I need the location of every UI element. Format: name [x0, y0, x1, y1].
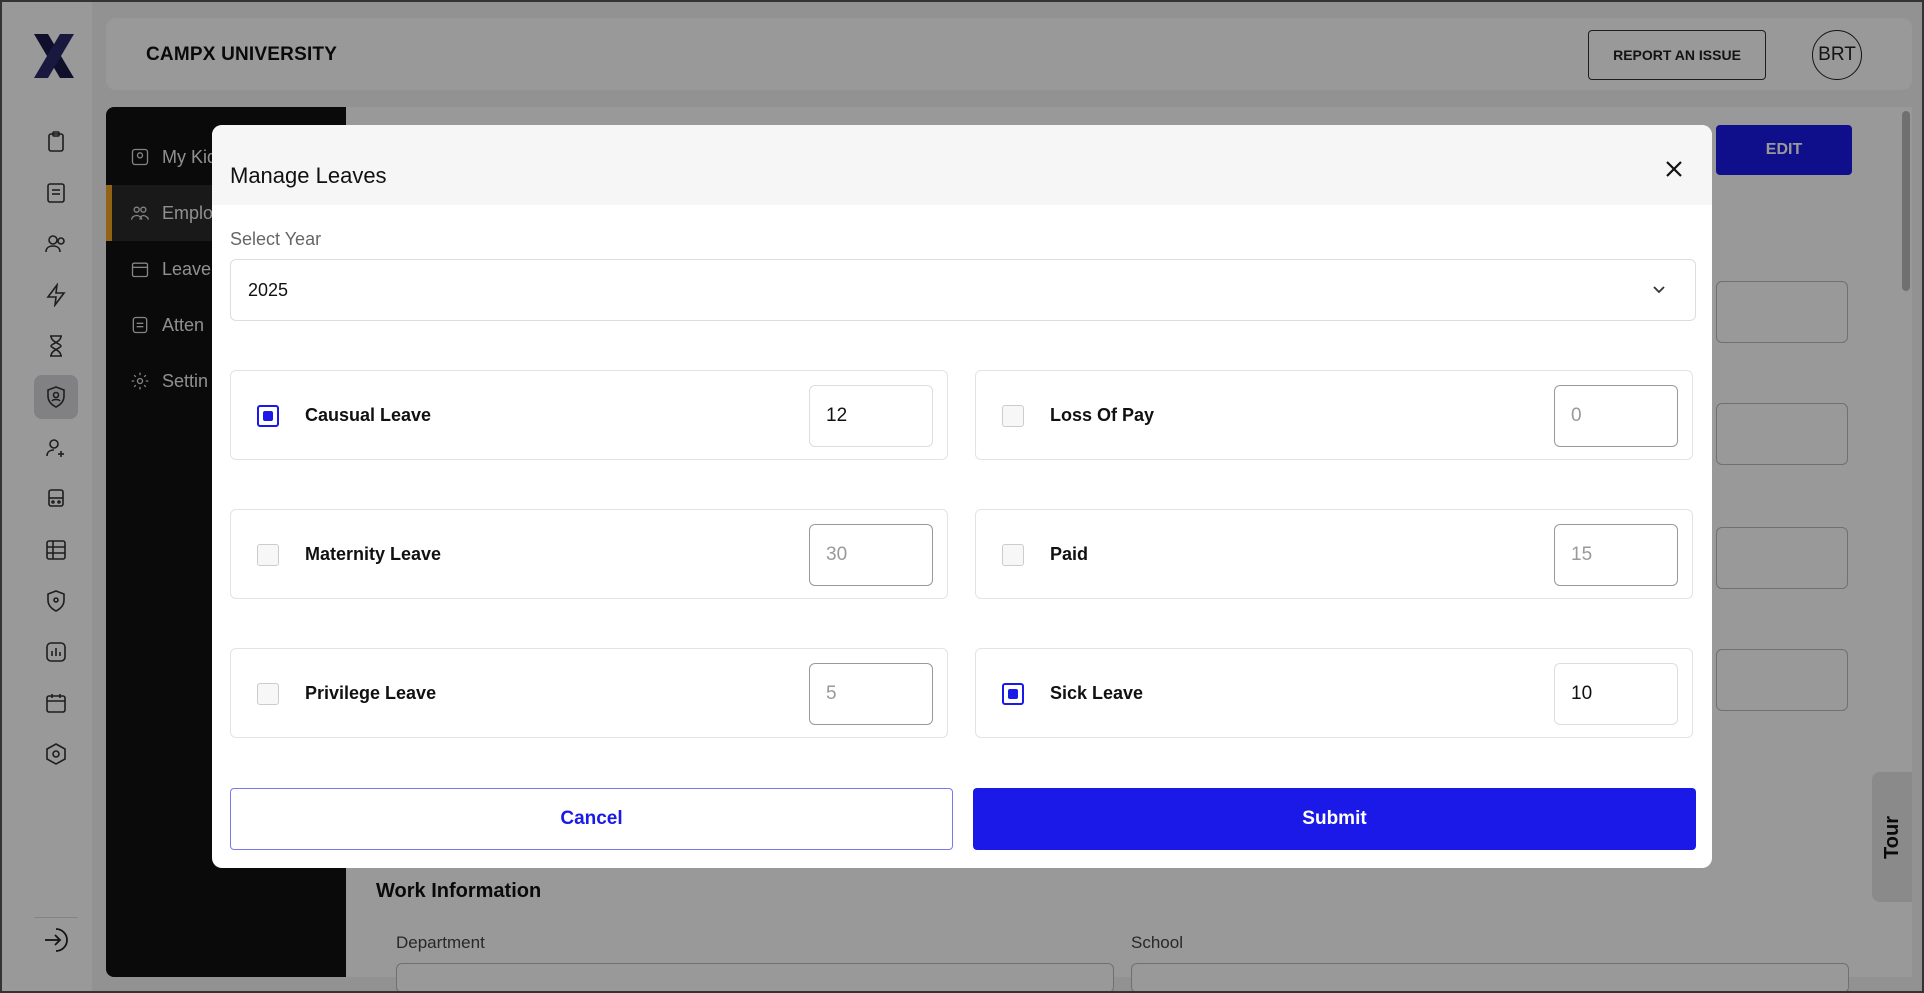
leave-card-sick: Sick Leave: [975, 648, 1693, 738]
leave-card-privilege: Privilege Leave: [230, 648, 948, 738]
leave-checkbox[interactable]: [1002, 544, 1024, 566]
leave-checkbox[interactable]: [1002, 683, 1024, 705]
leave-checkbox[interactable]: [257, 544, 279, 566]
year-select[interactable]: 2025: [230, 259, 1696, 321]
leave-checkbox[interactable]: [257, 405, 279, 427]
submit-button[interactable]: Submit: [973, 788, 1696, 850]
leave-days-input[interactable]: [809, 663, 933, 725]
modal-title: Manage Leaves: [230, 163, 387, 188]
leave-days-input[interactable]: [809, 524, 933, 586]
leave-checkbox[interactable]: [257, 683, 279, 705]
select-year-label: Select Year: [230, 229, 322, 249]
year-value: 2025: [248, 279, 289, 300]
leave-checkbox[interactable]: [1002, 405, 1024, 427]
leave-name: Loss Of Pay: [1050, 405, 1155, 425]
chevron-down-icon: [1653, 286, 1665, 294]
leave-name: Paid: [1050, 544, 1089, 564]
leave-name: Sick Leave: [1050, 683, 1144, 703]
leave-days-input[interactable]: [1554, 524, 1678, 586]
manage-leaves-modal: Manage Leaves Select Year 2025 Causual L…: [212, 125, 1712, 868]
leave-days-input[interactable]: [1554, 663, 1678, 725]
close-icon[interactable]: [1660, 155, 1688, 183]
leave-name: Privilege Leave: [305, 683, 437, 703]
leave-card-paid: Paid: [975, 509, 1693, 599]
modal-header: Manage Leaves: [212, 125, 1712, 205]
leave-card-loss-of-pay: Loss Of Pay: [975, 370, 1693, 460]
leave-name: Causual Leave: [305, 405, 432, 425]
leave-card-maternity: Maternity Leave: [230, 509, 948, 599]
leave-card-causual: Causual Leave: [230, 370, 948, 460]
leave-days-input[interactable]: [809, 385, 933, 447]
cancel-button[interactable]: Cancel: [230, 788, 953, 850]
leave-name: Maternity Leave: [305, 544, 442, 564]
leave-days-input[interactable]: [1554, 385, 1678, 447]
